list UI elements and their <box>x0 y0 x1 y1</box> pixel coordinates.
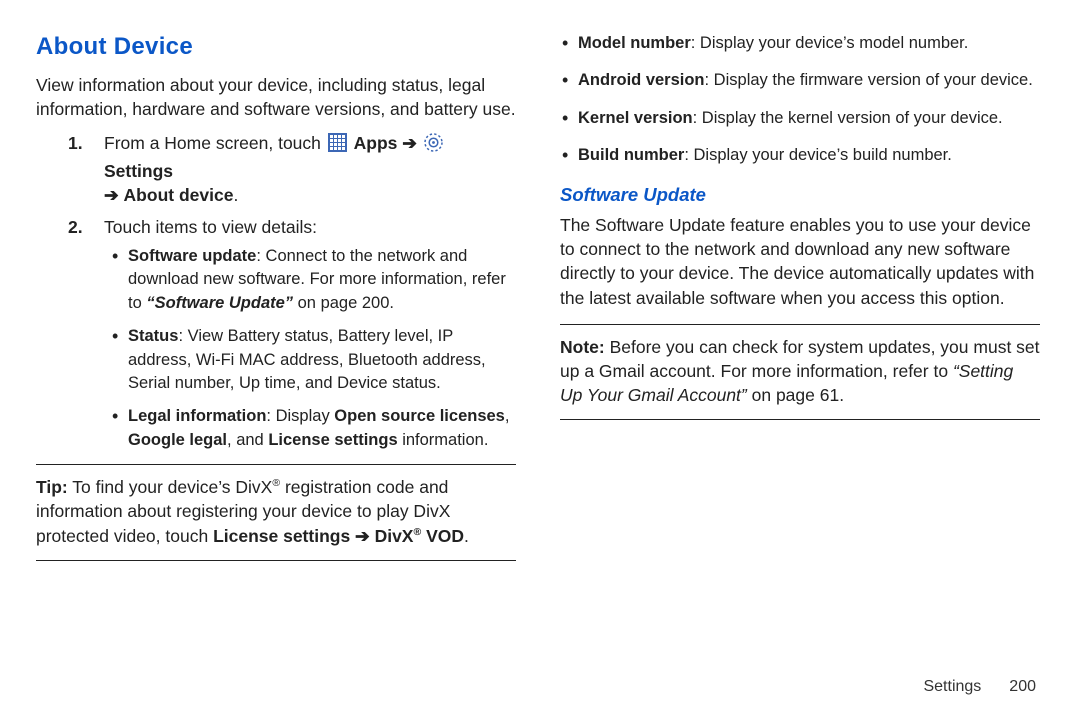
label: Legal information <box>128 407 266 425</box>
body-a: : Display <box>266 407 334 425</box>
end: information. <box>398 431 489 449</box>
subheading-software-update: Software Update <box>560 182 1040 208</box>
page-columns: About Device View information about your… <box>36 30 1044 571</box>
ref: “Software Update” <box>146 294 293 312</box>
page-footer: Settings 200 <box>923 676 1036 698</box>
bullet-android-version: Android version: Display the firmware ve… <box>560 69 1040 92</box>
section-intro: View information about your device, incl… <box>36 73 516 121</box>
label: Software update <box>128 247 256 265</box>
arrow-1: ➔ <box>402 133 417 153</box>
settings-label: Settings <box>104 161 173 181</box>
section-heading: About Device <box>36 30 516 63</box>
bullet-status: Status: View Battery status, Battery lev… <box>104 325 516 395</box>
bullet-model-number: Model number: Display your device’s mode… <box>560 32 1040 55</box>
divider <box>36 560 516 561</box>
step-number: 1. <box>68 131 83 155</box>
note-block: Note: Before you can check for system up… <box>560 335 1040 407</box>
divider <box>560 324 1040 325</box>
step2-bullets: Software update: Connect to the network … <box>104 245 516 452</box>
body-b: on page 200. <box>293 294 394 312</box>
tip-e: . <box>464 526 469 546</box>
body: : View Battery status, Battery level, IP… <box>128 327 486 392</box>
step-number: 2. <box>68 215 83 239</box>
footer-section: Settings <box>923 676 981 698</box>
bullet-legal: Legal information: Display Open source l… <box>104 405 516 452</box>
step2-lead: Touch items to view details: <box>104 217 317 237</box>
bullet-software-update: Software update: Connect to the network … <box>104 245 516 315</box>
step-1: 1. From a Home screen, touch Apps ➔ Sett… <box>36 131 516 206</box>
note-b: on page 61. <box>747 385 844 405</box>
step1-text-pre: From a Home screen, touch <box>104 133 326 153</box>
step-2: 2. Touch items to view details: Software… <box>36 215 516 453</box>
body: : Display your device’s model number. <box>691 34 969 52</box>
osl: Open source licenses <box>334 407 505 425</box>
right-column: Model number: Display your device’s mode… <box>560 30 1040 571</box>
tip-d: VOD <box>421 526 464 546</box>
steps-list: 1. From a Home screen, touch Apps ➔ Sett… <box>36 131 516 452</box>
label: Android version <box>578 71 705 89</box>
comma: , <box>505 407 510 425</box>
arrow-2: ➔ <box>104 185 119 205</box>
bullet-kernel-version: Kernel version: Display the kernel versi… <box>560 107 1040 130</box>
settings-icon <box>424 133 443 158</box>
apps-icon <box>328 133 347 158</box>
tip-a: To find your device’s DivX <box>68 477 273 497</box>
google-legal: Google legal <box>128 431 227 449</box>
body: : Display the kernel version of your dev… <box>693 109 1003 127</box>
bullet-build-number: Build number: Display your device’s buil… <box>560 144 1040 167</box>
divider <box>36 464 516 465</box>
tip-label: Tip: <box>36 477 68 497</box>
label: Status <box>128 327 178 345</box>
tip-c: License settings ➔ DivX <box>213 526 413 546</box>
note-label: Note: <box>560 337 605 357</box>
footer-page: 200 <box>1009 676 1036 698</box>
about-device-value: About device <box>124 185 234 205</box>
tip-block: Tip: To find your device’s DivX® registr… <box>36 475 516 547</box>
software-update-body: The Software Update feature enables you … <box>560 213 1040 310</box>
divider <box>560 419 1040 420</box>
label: Kernel version <box>578 109 693 127</box>
right-bullets: Model number: Display your device’s mode… <box>560 32 1040 168</box>
license-settings: License settings <box>268 431 397 449</box>
label: Model number <box>578 34 691 52</box>
body: : Display your device’s build number. <box>684 146 952 164</box>
period: . <box>233 185 238 205</box>
apps-label: Apps <box>354 133 398 153</box>
label: Build number <box>578 146 684 164</box>
body: : Display the firmware version of your d… <box>705 71 1033 89</box>
and: , and <box>227 431 268 449</box>
reg-mark: ® <box>272 478 280 490</box>
left-column: About Device View information about your… <box>36 30 516 571</box>
